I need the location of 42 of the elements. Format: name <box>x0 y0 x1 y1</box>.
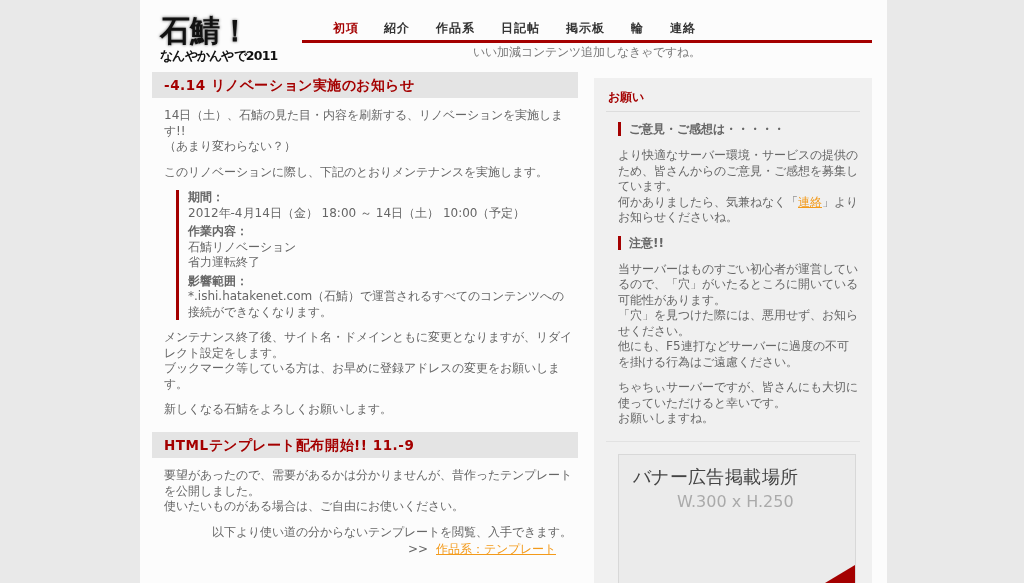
nav-tab[interactable]: 初項 <box>319 16 372 43</box>
detail-text: *.ishi.hatakenet.com（石鯖）で運営されるすべてのコンテンツへの接続ができなくなります。 <box>188 289 566 321</box>
nav-tab[interactable]: 作品系 <box>423 16 489 40</box>
nav-tab[interactable]: 掲示板 <box>553 16 619 40</box>
paragraph: 以下より使い道の分からないテンプレートを閲覧、入手できます。 <box>211 524 572 540</box>
nav-tab[interactable]: 輪 <box>618 16 658 40</box>
nav-tab[interactable]: 日記帖 <box>488 16 554 40</box>
detail-label: 作業内容： <box>188 224 249 240</box>
corner-triangle-icon <box>825 564 855 583</box>
text-line: このリノベーションに際し、下記のとおりメンテナンスを実施します。 <box>164 164 549 181</box>
sidebar-heading: お願い <box>606 84 860 113</box>
banner-size: W.300 x H.250 <box>676 490 795 513</box>
text-line: （あまり変わらない？） <box>164 139 297 155</box>
detail-text: 2012年-4月14日（金） 18:00 ～ 14日（土） 10:00（予定） <box>188 205 527 222</box>
detail-text: 省力運転終了 <box>188 255 261 271</box>
link-prefix: >> <box>407 542 428 556</box>
text-line: ちゃちぃサーバーですが、皆さんにも大切に使っていただけると幸いです。 <box>618 380 858 412</box>
nav-tab[interactable]: 連絡 <box>657 16 709 40</box>
text-line: 何かありましたら、気兼ねなく「連絡」よりお知らせくださいね。 <box>618 194 858 226</box>
text-line: 当サーバーはものすごい初心者が運営しているので、「穴」がいたるところに開いている可能性があります。 <box>618 261 858 309</box>
detail-label: 影響範囲： <box>188 273 249 290</box>
text-line: より快適なサーバー環境・サービスの提供のため、皆さんからのご意見・ご感想を募集しています。 <box>618 148 858 195</box>
text-line: 14日（土）、石鯖の見た目・内容を刷新する、リノベーションを実施します!! <box>164 108 565 140</box>
logo-subtitle: なんやかんやで2011 <box>160 50 278 63</box>
tagline: いい加減コンテンツ追加しなきゃですね。 <box>471 44 702 61</box>
text-line: 新しくなる石鯖をよろしくお願いします。 <box>164 402 393 418</box>
article-heading: HTMLテンプレート配布開始!! 11.-9 <box>152 431 578 458</box>
text-line: お願いしますね。 <box>618 411 715 427</box>
section-heading: 注意!! <box>618 235 860 250</box>
nav-tab[interactable]: 紹介 <box>371 16 424 40</box>
detail-label: 期間： <box>188 190 225 206</box>
text-line: ブックマーク等している方は、お早めに登録アドレスの変更をお願いします。 <box>164 361 561 393</box>
text-line: 他にも、F5連打などサーバーに過度の不可を掛ける行為はご遠慮ください。 <box>618 339 850 371</box>
text-line: メンテナンス終了後、サイト名・ドメインともに変更となりますが、リダイレクト設定をします。 <box>164 330 572 362</box>
text-line: 要望があったので、需要があるかは分かりませんが、昔作ったテンプレートを公開しました。 <box>164 468 572 499</box>
section-heading: ご意見・ご感想は・・・・・ <box>618 122 860 137</box>
text-line: 使いたいものがある場合は、ご自由にお使いください。 <box>164 499 465 515</box>
detail-text: 石鯖リノベーション <box>188 239 297 256</box>
logo-title: 石鯖！ <box>160 16 251 46</box>
banner-title: バナー広告掲載場所 <box>633 464 800 489</box>
text-line: 「穴」を見つけた際には、悪用せず、お知らせください。 <box>618 308 858 340</box>
article-heading: -4.14 リノベーション実施のお知らせ <box>152 72 578 99</box>
